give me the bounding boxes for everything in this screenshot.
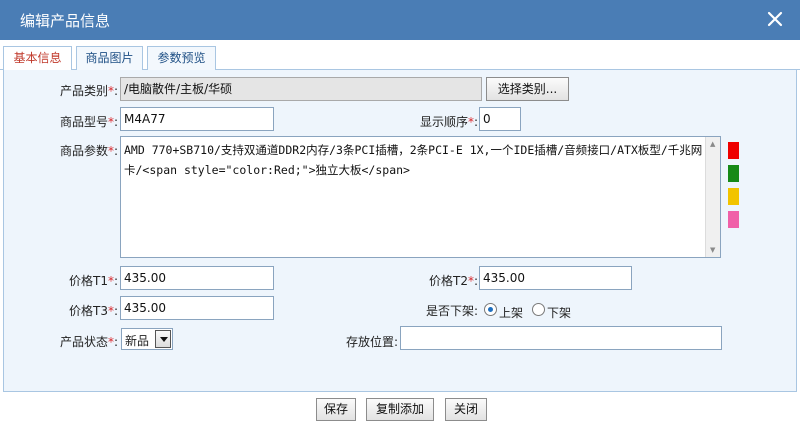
onshelf-radio[interactable] (484, 303, 497, 316)
label-colon: : (393, 335, 398, 349)
price-t1-label-text: 价格T1 (68, 274, 108, 288)
label-colon: : (473, 274, 478, 288)
params-scrollbar[interactable]: ▲ ▼ (705, 137, 720, 257)
label-colon: : (473, 115, 478, 129)
copy-add-button[interactable]: 复制添加 (366, 398, 434, 421)
offshelf-radio-label[interactable]: 下架 (547, 304, 571, 321)
price-t3-label: 价格T3*: (46, 302, 118, 319)
price-t2-input[interactable]: 435.00 (479, 266, 632, 290)
model-input[interactable]: M4A77 (120, 107, 274, 131)
storage-label-text: 存放位置 (345, 335, 394, 349)
color-swatch-red[interactable] (728, 142, 739, 159)
color-swatch-yellow[interactable] (728, 188, 739, 205)
save-button[interactable]: 保存 (316, 398, 356, 421)
model-label: 商品型号*: (46, 113, 118, 130)
offshelf-label: 是否下架: (404, 302, 478, 319)
tab-param-preview[interactable]: 参数预览 (147, 46, 216, 70)
label-colon: : (113, 115, 118, 129)
color-swatch-pink[interactable] (728, 211, 739, 228)
price-t3-input[interactable]: 435.00 (120, 296, 274, 320)
display-order-label-text: 显示顺序 (419, 115, 468, 129)
chevron-down-icon[interactable] (155, 330, 171, 348)
select-category-button[interactable]: 选择类别... (486, 77, 569, 101)
label-colon: : (113, 274, 118, 288)
storage-label: 存放位置: (324, 333, 398, 350)
params-text: AMD 770+SB710/支持双通道DDR2内存/3条PCI插槽，2条PCI-… (124, 143, 703, 177)
params-label: 商品参数*: (46, 142, 118, 159)
display-order-label: 显示顺序*: (404, 113, 478, 130)
storage-input[interactable] (400, 326, 722, 350)
dialog-titlebar: 编辑产品信息 (0, 0, 800, 40)
price-t1-label: 价格T1*: (46, 272, 118, 289)
offshelf-label-text: 是否下架 (425, 304, 474, 318)
category-field: /电脑散件/主板/华硕 (120, 77, 482, 101)
params-textarea[interactable]: AMD 770+SB710/支持双通道DDR2内存/3条PCI插槽，2条PCI-… (120, 136, 721, 258)
tab-basic-info[interactable]: 基本信息 (3, 46, 72, 71)
label-colon: : (473, 304, 478, 318)
dialog-title: 编辑产品信息 (20, 12, 111, 30)
price-t3-label-text: 价格T3 (68, 304, 108, 318)
price-t2-label-text: 价格T2 (428, 274, 468, 288)
onshelf-radio-label[interactable]: 上架 (499, 304, 523, 321)
label-colon: : (113, 304, 118, 318)
label-colon: : (113, 144, 118, 158)
close-button[interactable]: 关闭 (445, 398, 487, 421)
model-label-text: 商品型号 (59, 115, 108, 129)
status-label-text: 产品状态 (59, 335, 108, 349)
tab-bar: 基本信息 商品图片 参数预览 (0, 40, 800, 71)
price-t2-label: 价格T2*: (404, 272, 478, 289)
label-colon: : (113, 335, 118, 349)
category-label: 产品类别*: (46, 82, 118, 99)
category-label-text: 产品类别 (59, 84, 108, 98)
offshelf-radio[interactable] (532, 303, 545, 316)
label-colon: : (113, 84, 118, 98)
params-label-text: 商品参数 (59, 144, 108, 158)
tab-product-images[interactable]: 商品图片 (76, 46, 143, 70)
close-icon[interactable] (766, 10, 784, 28)
scroll-down-icon[interactable]: ▼ (710, 246, 715, 254)
status-select[interactable]: 新品 (121, 328, 173, 350)
color-swatch-green[interactable] (728, 165, 739, 182)
status-selected-value: 新品 (125, 334, 150, 348)
display-order-input[interactable]: 0 (479, 107, 521, 131)
status-label: 产品状态*: (46, 333, 118, 350)
scroll-up-icon[interactable]: ▲ (710, 140, 715, 148)
price-t1-input[interactable]: 435.00 (120, 266, 274, 290)
